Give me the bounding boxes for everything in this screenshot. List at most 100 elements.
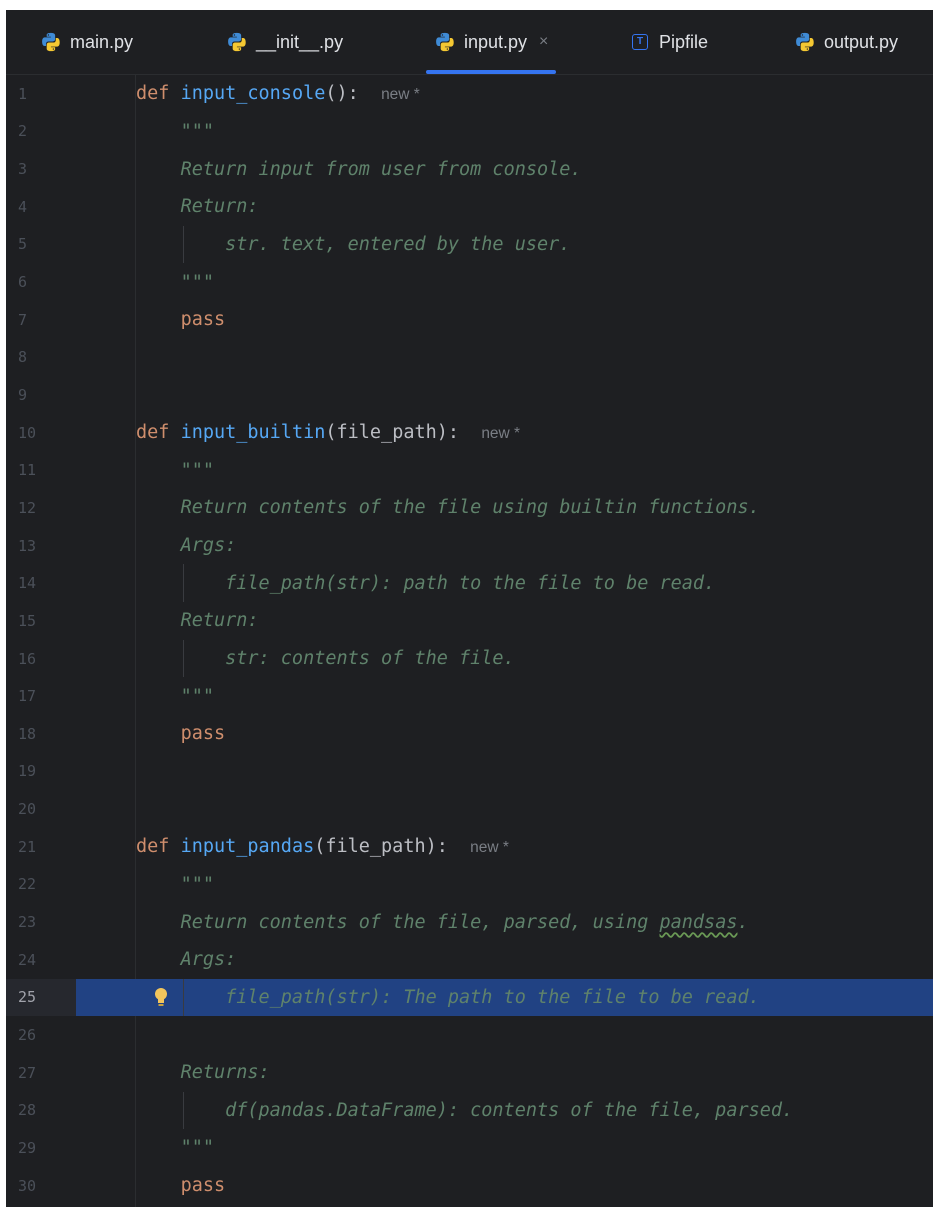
line-number[interactable]: 9 [6,376,76,414]
code-line[interactable]: 18 pass [6,715,933,753]
code-text: def input_console(): new * [136,83,420,104]
code-text: str: contents of the file. [136,648,515,669]
ide-window: main.py __init__.py input.py × T Pipfile… [6,10,933,1207]
line-number[interactable]: 27 [6,1054,76,1092]
docstring-text: Args: [180,535,237,557]
code-line[interactable]: 10 def input_builtin(file_path): new * [6,414,933,452]
line-number[interactable]: 6 [6,263,76,301]
code-text: Return: [136,610,259,631]
line-number[interactable]: 12 [6,489,76,527]
python-icon [796,32,814,52]
line-number[interactable]: 15 [6,602,76,640]
docstring-text: . [737,911,749,933]
code-line[interactable]: 20 [6,790,933,828]
tab-pipfile[interactable]: T Pipfile [629,10,708,74]
line-number[interactable]: 24 [6,941,76,979]
line-number[interactable]: 8 [6,339,76,377]
paren-close: ): [436,422,460,444]
code-line[interactable]: 7 pass [6,301,933,339]
docstring-text: str. text, entered by the user. [225,233,571,255]
line-number[interactable]: 5 [6,226,76,264]
code-line[interactable]: 16 str: contents of the file. [6,639,933,678]
code-line[interactable]: 24 Args: [6,941,933,979]
tab-main-py[interactable]: main.py [40,10,133,74]
line-number[interactable]: 4 [6,188,76,226]
code-line[interactable]: 12 Return contents of the file using bui… [6,489,933,527]
code-line[interactable]: 15 Return: [6,602,933,640]
tab-output-py[interactable]: output.py [794,10,898,74]
paren-open: ( [325,422,337,444]
line-number[interactable]: 16 [6,640,76,678]
line-number[interactable]: 30 [6,1167,76,1205]
keyword-def: def [136,836,170,858]
paren-close: ): [336,83,359,105]
code-text: file_path(str): The path to the file to … [136,987,760,1008]
line-number[interactable]: 1 [6,75,76,113]
line-number[interactable]: 18 [6,715,76,753]
docstring-text: """ [180,459,214,481]
code-line[interactable]: 27 Returns: [6,1054,933,1092]
code-line[interactable]: 29 """ [6,1129,933,1167]
docstring-text: """ [180,271,214,293]
pipfile-glyph: T [632,34,648,50]
docstring-text: Args: [180,949,237,971]
code-line[interactable]: 8 [6,339,933,377]
line-number[interactable]: 22 [6,866,76,904]
code-text: """ [136,1137,214,1158]
line-number[interactable]: 7 [6,301,76,339]
code-line[interactable]: 4 Return: [6,188,933,226]
code-line[interactable]: 19 [6,753,933,791]
docstring-text: """ [180,873,214,895]
code-line[interactable]: 5 str. text, entered by the user. [6,225,933,264]
inlay-hint: new * [381,86,420,104]
code-line[interactable]: 2 """ [6,113,933,151]
line-number[interactable]: 23 [6,903,76,941]
line-number[interactable]: 11 [6,452,76,490]
line-number[interactable]: 14 [6,564,76,602]
tab-label: __init__.py [256,31,344,52]
lightbulb-icon[interactable] [153,987,169,1009]
line-number[interactable]: 19 [6,753,76,791]
function-name: input_builtin [180,422,326,444]
line-number[interactable]: 25 [6,978,76,1017]
line-number[interactable]: 26 [6,1016,76,1054]
line-number[interactable]: 28 [6,1092,76,1130]
code-line[interactable]: 30 pass [6,1167,933,1205]
inlay-hint: new * [470,839,509,857]
code-line[interactable]: 21 def input_pandas(file_path): new * [6,828,933,866]
line-number[interactable]: 29 [6,1129,76,1167]
code-editor[interactable]: 1 def input_console(): new * 2 """ 3 Return… [6,75,933,1207]
line-number[interactable]: 3 [6,150,76,188]
code-line[interactable]: 11 """ [6,452,933,490]
line-number[interactable]: 21 [6,828,76,866]
code-line[interactable]: 23 Return contents of the file, parsed, … [6,903,933,941]
code-line[interactable]: 26 [6,1016,933,1054]
code-line[interactable]: 9 [6,376,933,414]
line-number[interactable]: 17 [6,677,76,715]
python-icon [228,32,246,52]
line-number[interactable]: 20 [6,790,76,828]
line-number[interactable]: 10 [6,414,76,452]
code-line[interactable]: 14 file_path(str): path to the file to b… [6,564,933,603]
code-line[interactable]: 1 def input_console(): new * [6,75,933,113]
code-line[interactable]: 28 df(pandas.DataFrame): contents of the… [6,1091,933,1130]
code-text: df(pandas.DataFrame): contents of the fi… [136,1100,793,1121]
code-line[interactable]: 13 Args: [6,527,933,565]
docstring-text: file_path(str): The path to the file to … [225,986,760,1008]
code-text: pass [136,309,226,330]
editor-tab-bar: main.py __init__.py input.py × T Pipfile… [6,10,933,75]
paren-open: ( [314,836,326,858]
line-number[interactable]: 2 [6,113,76,151]
keyword-def: def [136,422,170,444]
inlay-hint: new * [481,425,521,443]
tab-input-py[interactable]: input.py × [425,10,557,74]
docstring-text: file_path(str): path to the file to be r… [225,572,716,594]
code-line[interactable]: 6 """ [6,263,933,301]
line-number[interactable]: 13 [6,527,76,565]
close-icon[interactable]: × [539,33,548,51]
code-line[interactable]: 3 Return input from user from console. [6,150,933,188]
code-line[interactable]: 25 file_path(str): The path to the file … [6,978,933,1017]
code-line[interactable]: 22 """ [6,866,933,904]
tab-init-py[interactable]: __init__.py [226,10,343,74]
code-line[interactable]: 17 """ [6,677,933,715]
